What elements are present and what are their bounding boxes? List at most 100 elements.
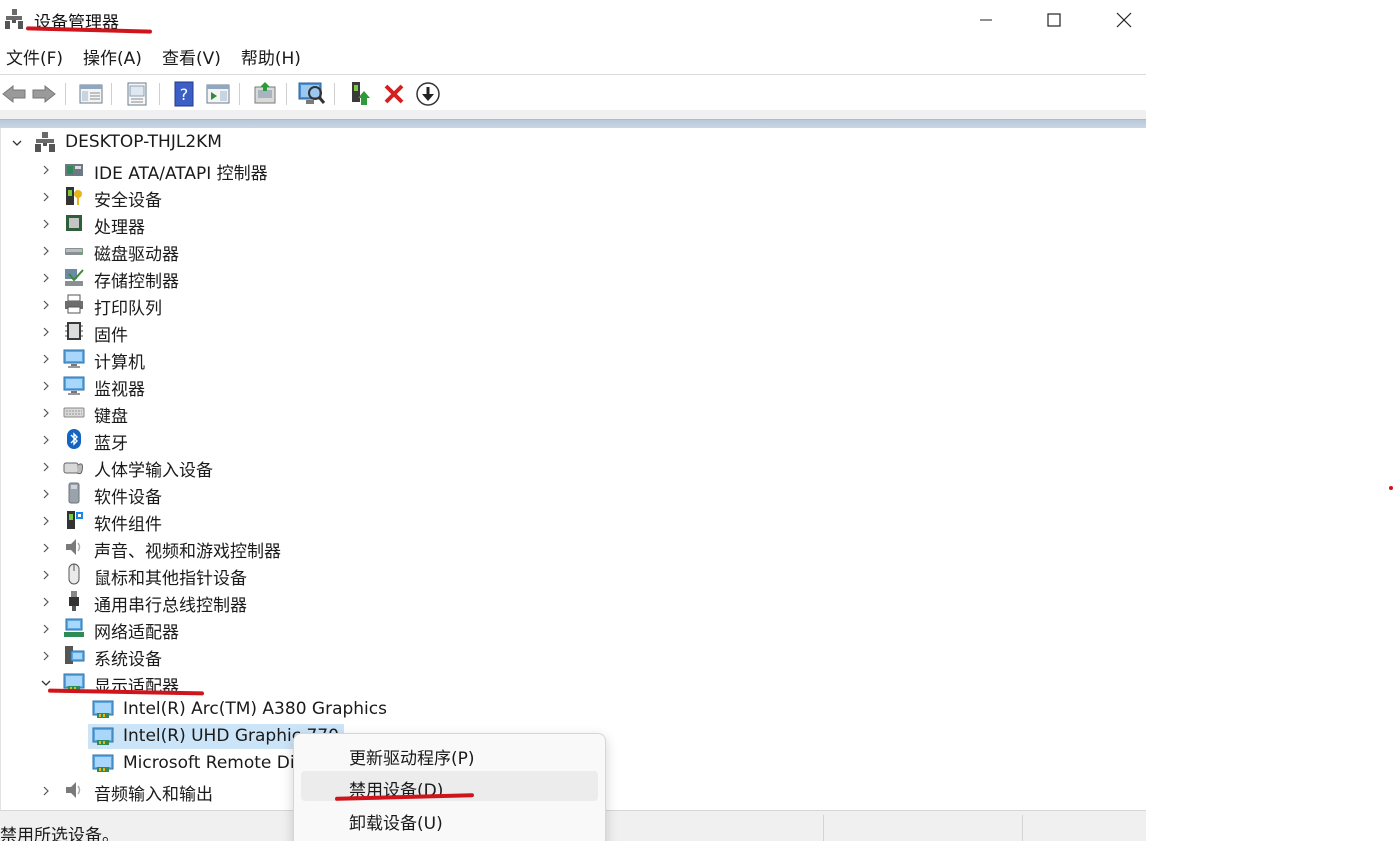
display-adapter-icon bbox=[92, 700, 114, 718]
ctx-uninstall-device[interactable]: 卸载设备(U) bbox=[301, 804, 598, 834]
chevron-right-icon[interactable] bbox=[39, 433, 53, 447]
security-device-icon bbox=[66, 187, 82, 205]
maximize-button[interactable] bbox=[1020, 0, 1088, 40]
usb-icon bbox=[69, 591, 79, 611]
add-driver-icon bbox=[352, 82, 370, 105]
tree-category-row[interactable]: 监视器 bbox=[1, 372, 421, 400]
device-manager-app-icon bbox=[5, 9, 23, 29]
chevron-right-icon[interactable] bbox=[39, 568, 53, 582]
tree-category-row[interactable]: 处理器 bbox=[1, 210, 421, 238]
maximize-icon bbox=[1047, 13, 1061, 27]
title-bar: 设备管理器 bbox=[0, 0, 1146, 40]
forward-icon bbox=[32, 84, 56, 104]
software-device-icon bbox=[68, 482, 80, 504]
help-icon: ? bbox=[174, 81, 194, 107]
add-driver-button[interactable] bbox=[346, 80, 374, 108]
chevron-right-icon[interactable] bbox=[39, 163, 53, 177]
chevron-right-icon[interactable] bbox=[39, 514, 53, 528]
toolbar-separator bbox=[111, 83, 112, 105]
chevron-right-icon[interactable] bbox=[39, 460, 53, 474]
tree-category-label: 安全设备 bbox=[94, 191, 162, 211]
chevron-right-icon[interactable] bbox=[39, 244, 53, 258]
tree-category-row[interactable]: 蓝牙 bbox=[1, 426, 421, 454]
chevron-right-icon[interactable] bbox=[39, 784, 53, 798]
device-tree: DESKTOP-THJL2KM IDE ATA/ATAPI 控制器安全设备 处理器… bbox=[0, 128, 1146, 810]
tree-category-row[interactable]: 网络适配器 bbox=[1, 615, 421, 643]
close-button[interactable] bbox=[1090, 0, 1146, 40]
disk-drive-icon bbox=[65, 248, 83, 255]
tree-category-row[interactable]: 系统设备 bbox=[1, 642, 421, 670]
properties-icon bbox=[127, 82, 147, 106]
processor-icon bbox=[66, 215, 82, 231]
menubar-divider bbox=[0, 74, 1146, 75]
uninstall-button[interactable] bbox=[380, 80, 408, 108]
scan-hardware-button[interactable] bbox=[298, 80, 326, 108]
printer-icon bbox=[65, 294, 83, 314]
tree-category-label: 软件组件 bbox=[94, 515, 162, 535]
storage-controller-icon bbox=[65, 269, 84, 286]
chevron-right-icon[interactable] bbox=[39, 271, 53, 285]
network-adapter-icon bbox=[64, 618, 84, 637]
tree-category-row[interactable]: 通用串行总线控制器 bbox=[1, 588, 421, 616]
chevron-right-icon[interactable] bbox=[39, 325, 53, 339]
status-text: 禁用所选设备。 bbox=[0, 826, 119, 841]
display-adapter-label: Intel(R) Arc(TM) A380 Graphics bbox=[123, 699, 387, 719]
menu-view[interactable]: 查看(V) bbox=[156, 44, 227, 74]
chevron-right-icon[interactable] bbox=[39, 379, 53, 393]
uninstall-icon bbox=[384, 84, 404, 104]
chevron-right-icon[interactable] bbox=[39, 352, 53, 366]
chevron-right-icon[interactable] bbox=[39, 595, 53, 609]
help-button[interactable]: ? bbox=[170, 80, 198, 108]
computer-root-icon bbox=[35, 132, 55, 152]
chevron-right-icon[interactable] bbox=[39, 541, 53, 555]
chevron-right-icon[interactable] bbox=[39, 298, 53, 312]
tree-category-label: 磁盘驱动器 bbox=[94, 245, 179, 265]
status-divider bbox=[823, 815, 824, 841]
update-driver-icon bbox=[254, 82, 276, 104]
tree-category-row[interactable]: 人体学输入设备 bbox=[1, 453, 421, 481]
audio-io-icon bbox=[66, 782, 81, 798]
toolbar-separator bbox=[65, 83, 66, 105]
menu-file[interactable]: 文件(F) bbox=[0, 44, 69, 74]
computer-icon bbox=[63, 349, 85, 368]
chevron-right-icon[interactable] bbox=[39, 487, 53, 501]
toolbar: ? bbox=[0, 77, 1146, 111]
show-hide-tree-button[interactable] bbox=[77, 80, 105, 108]
scan-hardware-icon bbox=[298, 82, 326, 104]
tree-category-row[interactable]: IDE ATA/ATAPI 控制器 bbox=[1, 156, 421, 184]
update-driver-button[interactable] bbox=[251, 80, 279, 108]
tree-category-row[interactable]: 计算机 bbox=[1, 345, 421, 373]
menu-help[interactable]: 帮助(H) bbox=[235, 44, 307, 74]
forward-button[interactable] bbox=[30, 80, 58, 108]
ctx-update-driver[interactable]: 更新驱动程序(P) bbox=[301, 739, 598, 769]
chevron-right-icon[interactable] bbox=[39, 649, 53, 663]
chevron-right-icon[interactable] bbox=[39, 406, 53, 420]
tree-category-label: 鼠标和其他指针设备 bbox=[94, 569, 247, 589]
tree-category-row[interactable]: 鼠标和其他指针设备 bbox=[1, 561, 421, 589]
tree-category-row[interactable]: 软件组件 bbox=[1, 507, 421, 535]
action-pane-button[interactable] bbox=[204, 80, 232, 108]
display-adapter-item[interactable]: Intel(R) Arc(TM) A380 Graphics bbox=[1, 696, 421, 723]
properties-button[interactable] bbox=[123, 80, 151, 108]
minimize-button[interactable] bbox=[952, 0, 1020, 40]
chevron-right-icon[interactable] bbox=[39, 622, 53, 636]
display-adapter-icon bbox=[92, 727, 114, 745]
tree-category-label: 音频输入和输出 bbox=[94, 785, 213, 805]
tree-category-row[interactable]: 固件 bbox=[1, 318, 421, 346]
monitor-icon bbox=[63, 376, 85, 395]
tree-category-row[interactable]: 安全设备 bbox=[1, 183, 421, 211]
tree-category-row[interactable]: 存储控制器 bbox=[1, 264, 421, 292]
tree-category-row[interactable]: 键盘 bbox=[1, 399, 421, 427]
menu-action[interactable]: 操作(A) bbox=[77, 44, 148, 74]
chevron-down-icon[interactable] bbox=[10, 136, 24, 150]
tree-category-row[interactable]: 磁盘驱动器 bbox=[1, 237, 421, 265]
back-button[interactable] bbox=[0, 80, 28, 108]
tree-category-row[interactable]: 软件设备 bbox=[1, 480, 421, 508]
chevron-right-icon[interactable] bbox=[39, 217, 53, 231]
tree-root-row[interactable]: DESKTOP-THJL2KM bbox=[1, 129, 401, 156]
tree-category-row[interactable]: 打印队列 bbox=[1, 291, 421, 319]
chevron-right-icon[interactable] bbox=[39, 190, 53, 204]
status-divider bbox=[1022, 815, 1023, 841]
tree-category-row[interactable]: 声音、视频和游戏控制器 bbox=[1, 534, 421, 562]
disable-button[interactable] bbox=[414, 80, 442, 108]
